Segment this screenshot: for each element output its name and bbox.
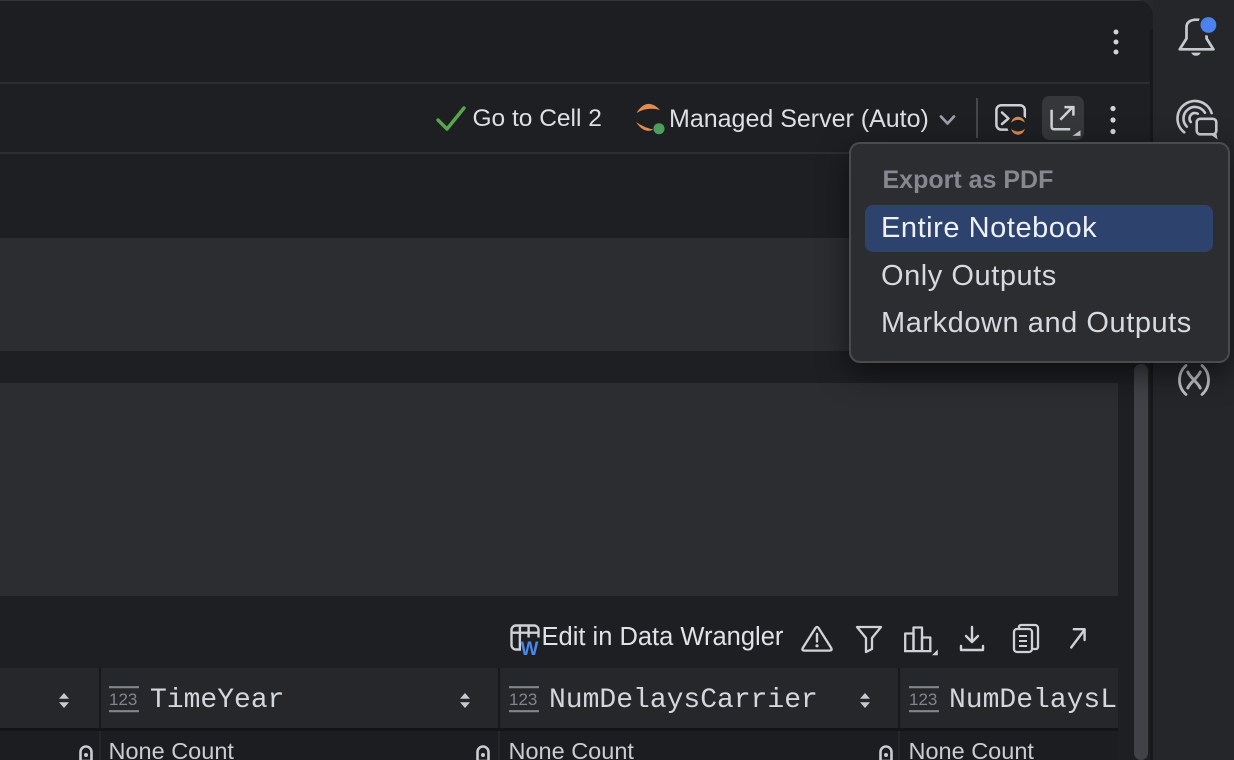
svg-text:W: W [521, 639, 539, 660]
svg-text:123: 123 [109, 690, 137, 709]
svg-text:123: 123 [909, 690, 937, 709]
svg-text:123: 123 [509, 690, 537, 709]
